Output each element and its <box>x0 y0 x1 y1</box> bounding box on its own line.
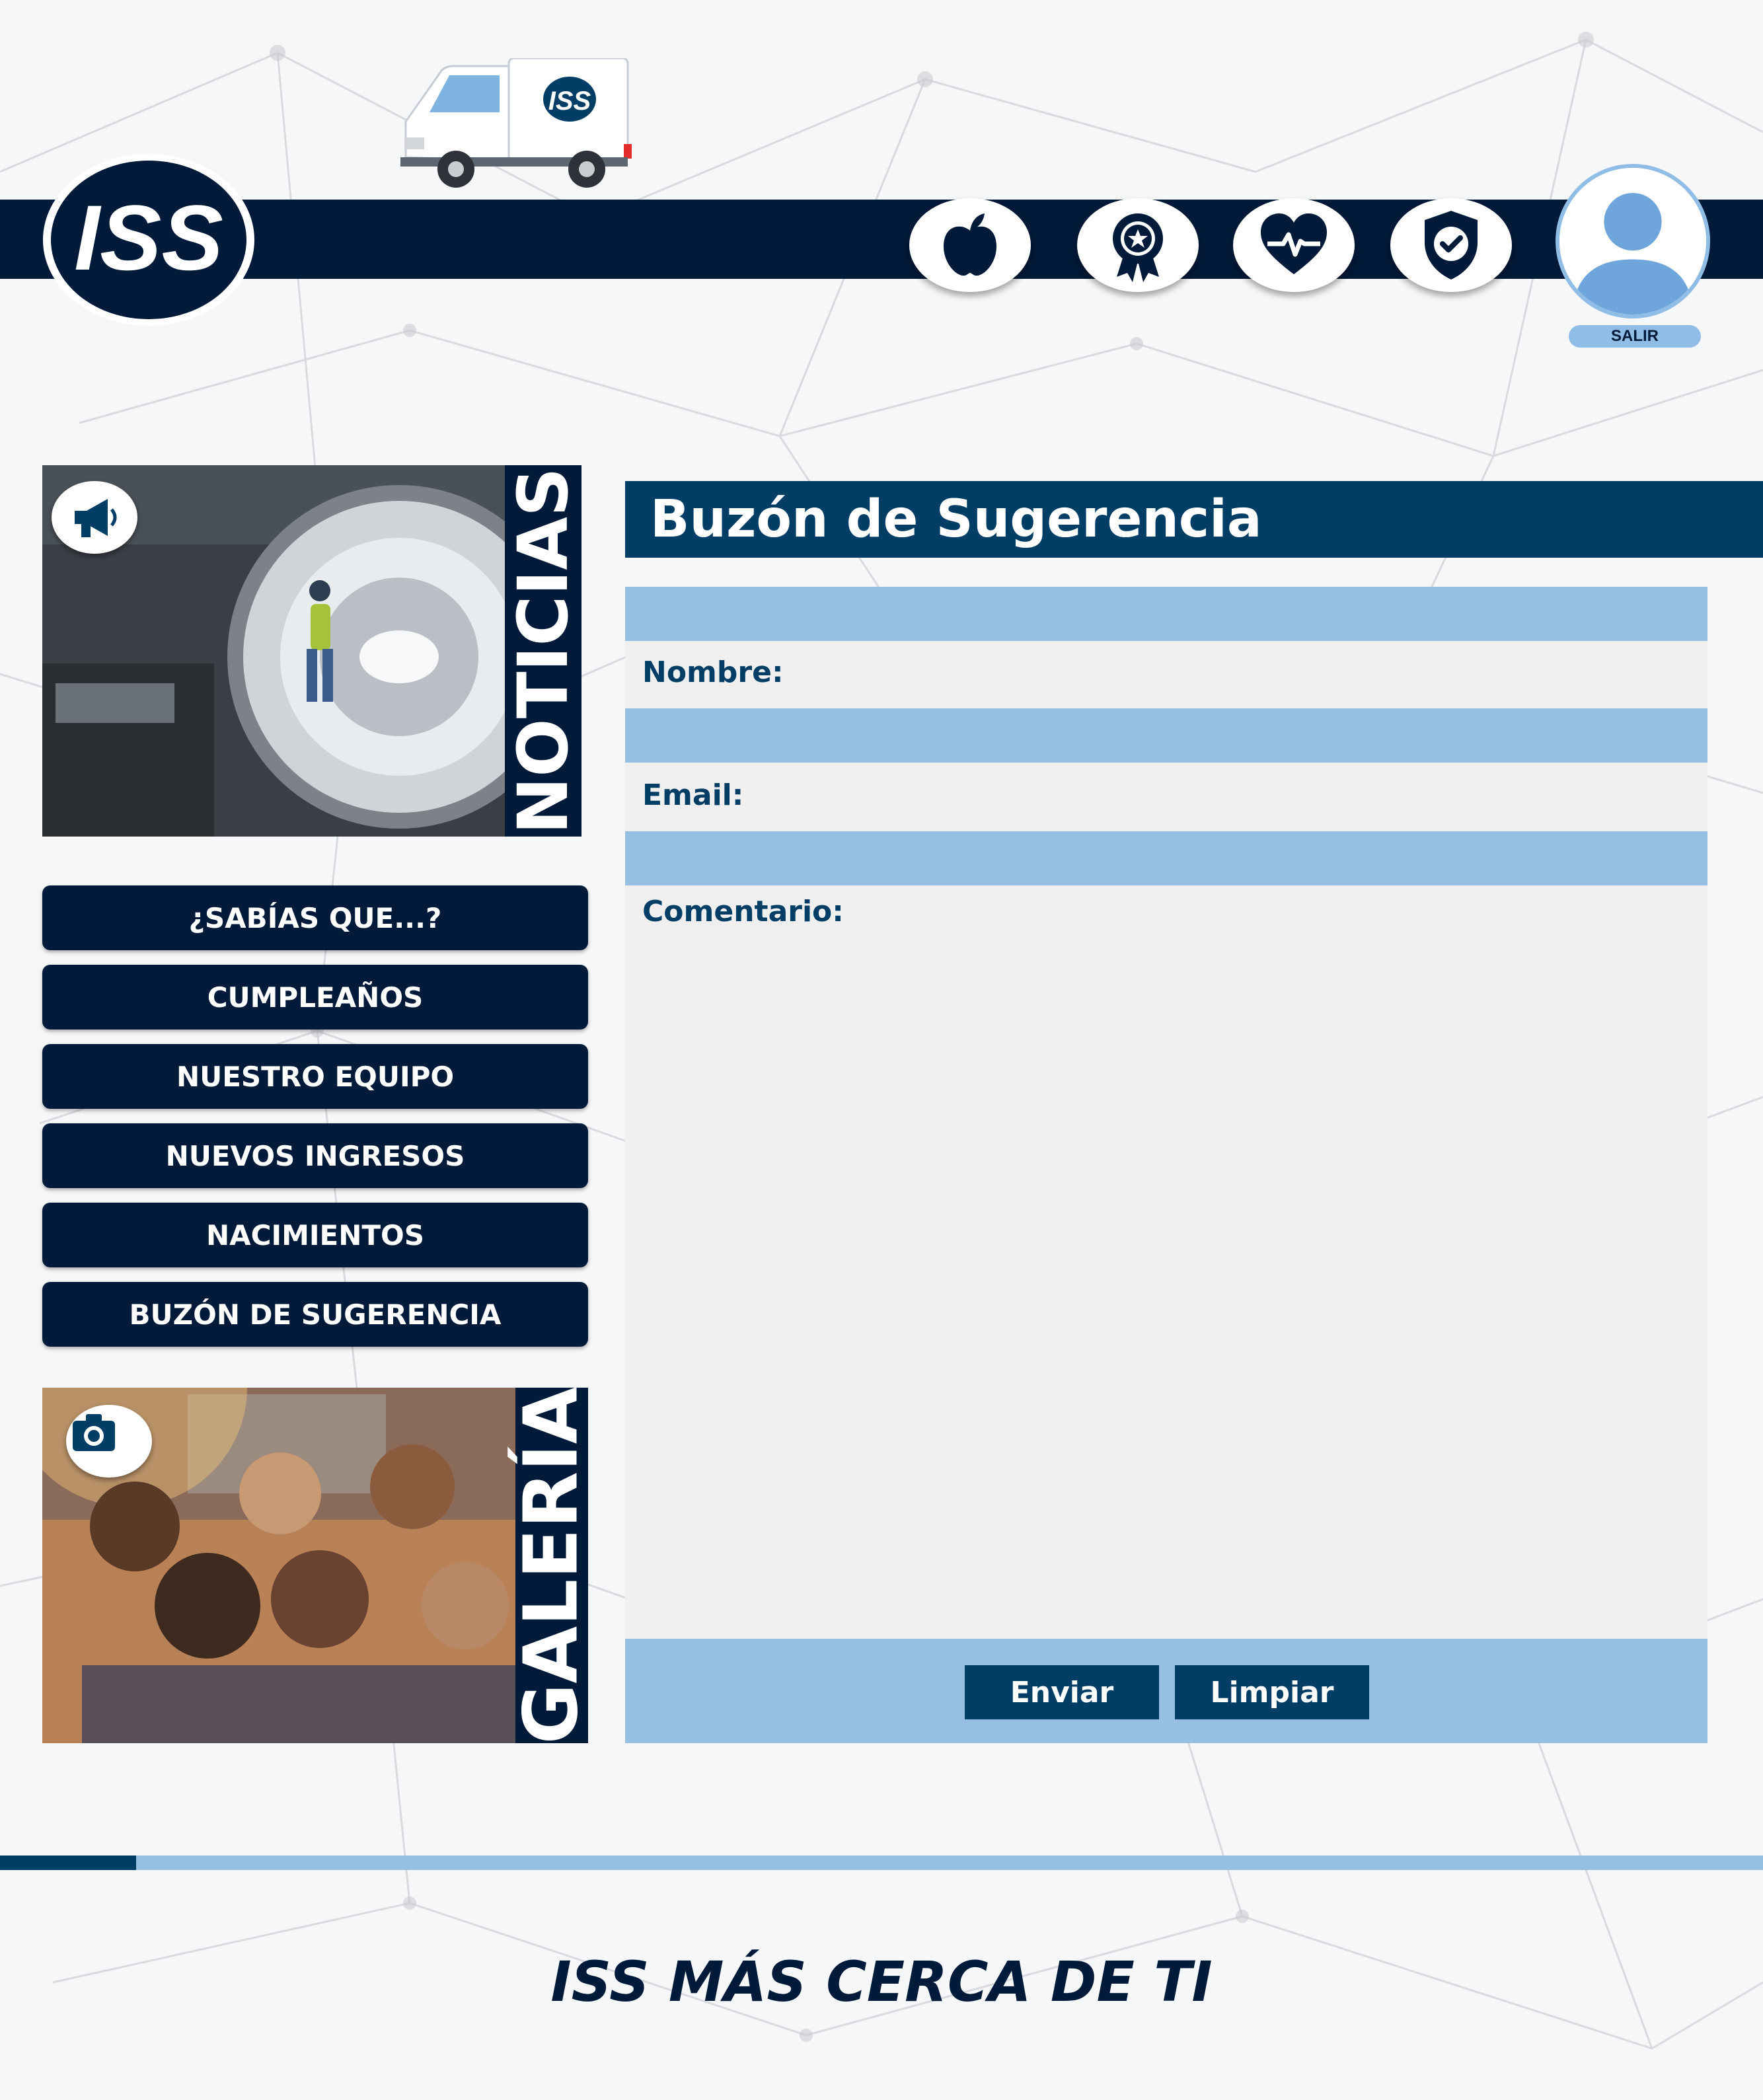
health-nutrition-button[interactable] <box>909 198 1031 292</box>
submit-button[interactable]: Enviar <box>965 1665 1159 1719</box>
megaphone-icon <box>75 499 117 537</box>
truck-logo-text: ISS <box>548 87 591 116</box>
news-card[interactable]: NOTICIAS <box>42 465 581 837</box>
shield-check-icon <box>1425 211 1478 280</box>
user-avatar[interactable] <box>1556 164 1710 319</box>
apple-icon <box>944 213 996 276</box>
form-title: Buzón de Sugerencia <box>625 481 1763 558</box>
news-badge <box>52 481 137 554</box>
menu-item-sabias-que[interactable]: ¿SABÍAS QUE...? <box>42 885 588 950</box>
menu-item-nacimientos[interactable]: NACIMIENTOS <box>42 1203 588 1267</box>
menu-item-nuevos-ingresos[interactable]: NUEVOS INGRESOS <box>42 1123 588 1188</box>
logout-button[interactable]: SALIR <box>1569 325 1701 348</box>
heart-pulse-icon <box>1261 213 1327 274</box>
comment-textarea[interactable] <box>625 891 1707 1565</box>
logo-text: ISS <box>74 186 223 289</box>
name-label: Nombre: <box>642 656 784 689</box>
gallery-label: GALERÍA <box>509 1388 588 1743</box>
footer-line-accent <box>0 1856 136 1870</box>
gallery-badge <box>66 1405 152 1478</box>
recognition-button[interactable] <box>1077 198 1199 292</box>
name-input[interactable] <box>625 708 1707 763</box>
suggestion-form: Nombre: Email: Comentario: Enviar Limpia… <box>625 587 1707 1743</box>
delivery-truck-illustration: ISS <box>400 58 632 188</box>
iss-logo[interactable]: ISS <box>41 152 256 328</box>
email-label: Email: <box>642 778 744 812</box>
camera-icon <box>73 1414 115 1451</box>
footer-line <box>136 1856 1763 1870</box>
award-badge-icon <box>1113 213 1163 282</box>
user-silhouette-icon <box>1559 168 1706 315</box>
menu-item-cumpleanos[interactable]: CUMPLEAÑOS <box>42 965 588 1030</box>
email-input[interactable] <box>625 831 1707 885</box>
news-label: NOTICIAS <box>503 465 581 837</box>
menu-item-buzon-de-sugerencia[interactable]: BUZÓN DE SUGERENCIA <box>42 1282 588 1347</box>
menu-item-nuestro-equipo[interactable]: NUESTRO EQUIPO <box>42 1044 588 1109</box>
sidebar-menu: ¿SABÍAS QUE...? CUMPLEAÑOS NUESTRO EQUIP… <box>42 885 588 1361</box>
form-actions-bar <box>625 1639 1707 1743</box>
gallery-card[interactable]: GALERÍA <box>42 1388 588 1743</box>
footer-slogan: ISS MÁS CERCA DE TI <box>550 1949 1213 2014</box>
safety-button[interactable] <box>1390 198 1512 292</box>
form-header-strip <box>625 587 1707 641</box>
clear-button[interactable]: Limpiar <box>1175 1665 1369 1719</box>
wellbeing-button[interactable] <box>1233 198 1355 292</box>
